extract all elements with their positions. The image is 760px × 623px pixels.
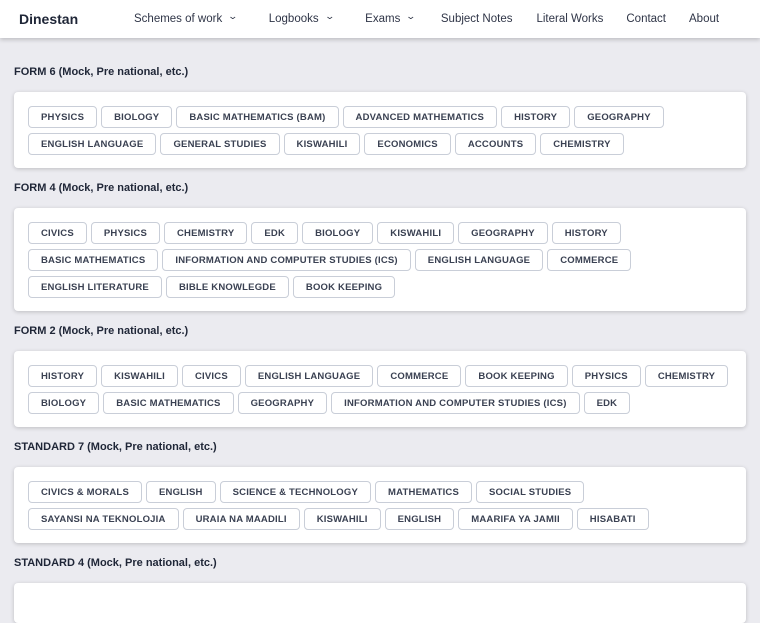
subject-button[interactable]: SCIENCE & TECHNOLOGY: [219, 481, 372, 503]
subject-button[interactable]: ENGLISH LANGUAGE: [28, 133, 157, 155]
subject-button[interactable]: HISABATI: [576, 508, 649, 530]
nav-item-subject-notes[interactable]: Subject Notes: [441, 13, 513, 25]
subject-button[interactable]: ENGLISH LANGUAGE: [244, 365, 374, 387]
section-title: STANDARD 4 (Mock, Pre national, etc.): [14, 557, 217, 569]
subject-button[interactable]: PHYSICS: [90, 222, 160, 244]
subject-button[interactable]: CIVICS: [28, 222, 87, 244]
subject-button[interactable]: INFORMATION AND COMPUTER STUDIES (ICS): [331, 392, 580, 414]
subject-button[interactable]: PHYSICS: [28, 106, 98, 128]
subject-button[interactable]: EDK: [251, 222, 299, 244]
subject-button[interactable]: COMMERCE: [547, 249, 632, 271]
nav-item-label: Contact: [626, 13, 667, 25]
subject-button[interactable]: ENGLISH LITERATURE: [28, 276, 162, 298]
subject-button[interactable]: COMMERCE: [377, 365, 462, 387]
nav-item-exams[interactable]: Exams ⌄: [365, 11, 417, 25]
subject-button[interactable]: KISWAHILI: [377, 222, 455, 244]
section-title: STANDARD 7 (Mock, Pre national, etc.): [14, 441, 217, 453]
subject-button[interactable]: URAIA NA MAADILI: [182, 508, 300, 530]
subject-button[interactable]: CHEMISTRY: [644, 365, 729, 387]
nav-item-literal-works[interactable]: Literal Works: [536, 13, 603, 25]
subject-button[interactable]: BOOK KEEPING: [465, 365, 568, 387]
subject-button[interactable]: SOCIAL STUDIES: [476, 481, 585, 503]
chevron-down-icon: ⌄: [405, 11, 417, 21]
subject-button[interactable]: BASIC MATHEMATICS (BAM): [176, 106, 339, 128]
chevron-down-icon: ⌄: [324, 11, 335, 21]
subject-button[interactable]: ENGLISH: [384, 508, 455, 530]
subject-card: [14, 583, 746, 623]
subject-button[interactable]: MAARIFA YA JAMII: [458, 508, 573, 530]
subject-button[interactable]: CHEMISTRY: [163, 222, 248, 244]
subject-button[interactable]: KISWAHILI: [101, 365, 178, 387]
subject-button[interactable]: KISWAHILI: [283, 133, 361, 155]
section-title: FORM 6 (Mock, Pre national, etc.): [14, 66, 189, 78]
section-title: FORM 2 (Mock, Pre national, etc.): [14, 325, 189, 337]
nav-item-label: Exams: [365, 13, 401, 25]
subject-button[interactable]: ENGLISH LANGUAGE: [414, 249, 544, 271]
subject-button[interactable]: BIOLOGY: [28, 392, 100, 414]
nav-item-schemes-of-work[interactable]: Schemes of work ⌄: [134, 11, 239, 25]
main-content: FORM 6 (Mock, Pre national, etc.) PHYSICS…: [0, 38, 760, 623]
subject-button[interactable]: BASIC MATHEMATICS: [103, 392, 234, 414]
subject-card: CIVICS PHYSICS CHEMISTRY EDK BIOLOGY KISWAHIL…: [14, 208, 746, 311]
subject-card: CIVICS & MORALS ENGLISH SCIENCE & TECHNOLO…: [14, 467, 746, 543]
subject-card: PHYSICS BIOLOGY BASIC MATHEMATICS (BAM) ADV…: [14, 92, 746, 168]
subject-button[interactable]: SAYANSI NA TEKNOLOJIA: [28, 508, 179, 530]
nav-item-logbooks[interactable]: Logbooks ⌄: [268, 11, 335, 25]
nav-item-about[interactable]: About: [689, 13, 719, 25]
subject-button[interactable]: ACCOUNTS: [454, 133, 537, 155]
main-nav: Schemes of work ⌄ Logbooks ⌄ Exams ⌄ Subject N…: [134, 11, 719, 25]
brand-logo[interactable]: Dinestan: [19, 11, 134, 27]
subject-button[interactable]: ENGLISH: [145, 481, 216, 503]
nav-item-label: Schemes of work: [134, 13, 223, 25]
subject-button[interactable]: KISWAHILI: [303, 508, 381, 530]
subject-button[interactable]: GEOGRAPHY: [574, 106, 664, 128]
subject-button[interactable]: BOOK KEEPING: [292, 276, 396, 298]
subject-button[interactable]: BIOLOGY: [101, 106, 173, 128]
subject-button[interactable]: ADVANCED MATHEMATICS: [342, 106, 498, 128]
nav-item-label: About: [689, 13, 720, 25]
subject-button[interactable]: GEOGRAPHY: [237, 392, 328, 414]
subject-button[interactable]: GENERAL STUDIES: [160, 133, 280, 155]
subject-card: HISTORY KISWAHILI CIVICS ENGLISH LANGUAGE CO…: [14, 351, 746, 427]
subject-button[interactable]: GEOGRAPHY: [458, 222, 548, 244]
subject-button[interactable]: BASIC MATHEMATICS: [28, 249, 159, 271]
subject-button[interactable]: HISTORY: [551, 222, 621, 244]
chevron-down-icon: ⌄: [227, 11, 239, 21]
nav-item-label: Literal Works: [536, 13, 604, 25]
subject-button[interactable]: PHYSICS: [571, 365, 641, 387]
nav-item-contact[interactable]: Contact: [626, 13, 666, 25]
subject-button[interactable]: EDK: [583, 392, 631, 414]
subject-button[interactable]: CIVICS & MORALS: [28, 481, 142, 503]
subject-button[interactable]: INFORMATION AND COMPUTER STUDIES (ICS): [162, 249, 411, 271]
subject-button[interactable]: CIVICS: [182, 365, 241, 387]
subject-button[interactable]: HISTORY: [28, 365, 98, 387]
nav-item-label: Subject Notes: [440, 13, 513, 25]
top-navbar: Dinestan Schemes of work ⌄ Logbooks ⌄ Exams ⌄…: [0, 0, 760, 38]
subject-button[interactable]: HISTORY: [501, 106, 571, 128]
subject-button[interactable]: BIBLE KNOWLEGDE: [165, 276, 289, 298]
subject-button[interactable]: MATHEMATICS: [375, 481, 473, 503]
section-title: FORM 4 (Mock, Pre national, etc.): [14, 182, 189, 194]
subject-button[interactable]: CHEMISTRY: [540, 133, 624, 155]
subject-button[interactable]: ECONOMICS: [364, 133, 451, 155]
subject-button[interactable]: BIOLOGY: [302, 222, 374, 244]
nav-item-label: Logbooks: [268, 13, 319, 25]
